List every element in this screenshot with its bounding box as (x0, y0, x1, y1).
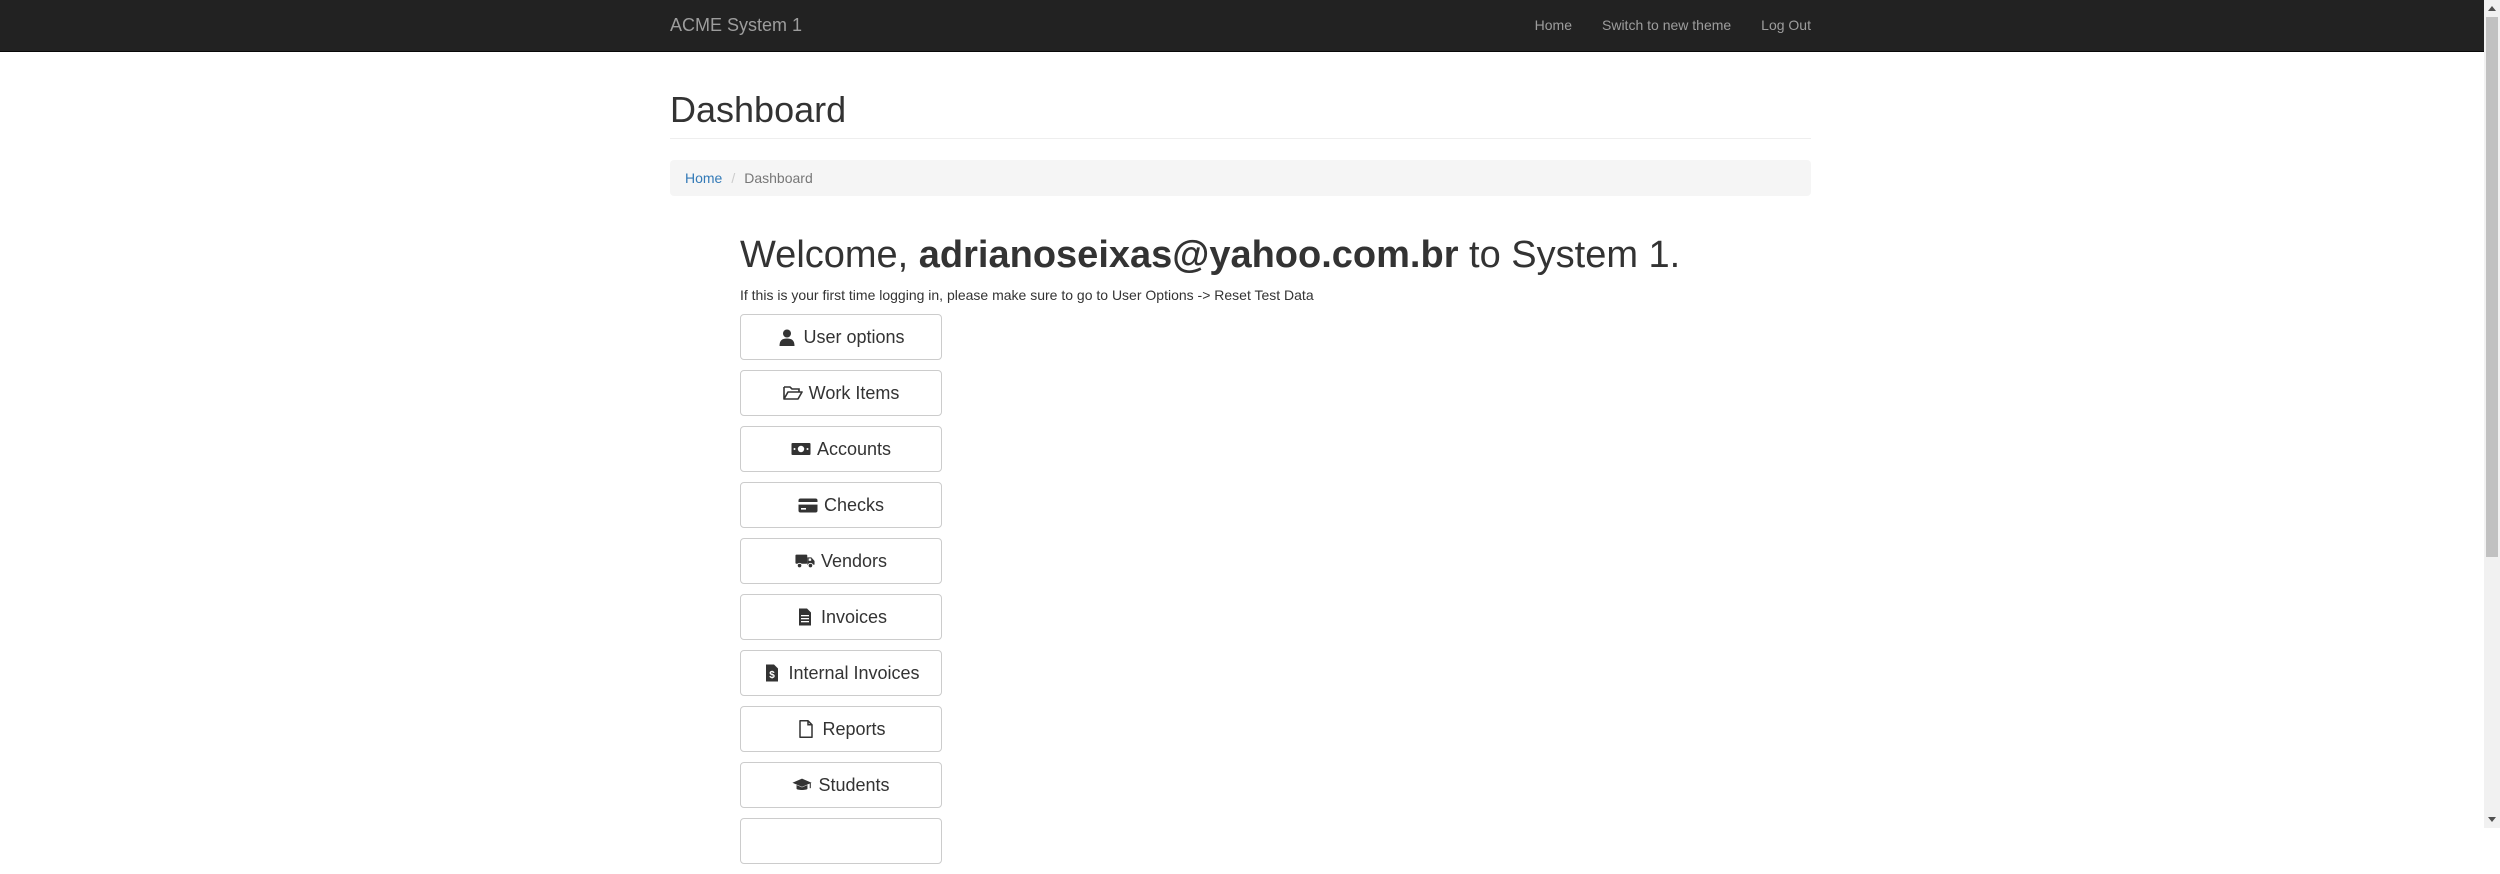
invoices-label: Invoices (820, 606, 888, 627)
breadcrumb-home-link[interactable]: Home (685, 170, 722, 186)
invoices-button[interactable]: Invoices (740, 594, 942, 640)
file-text-icon (795, 607, 815, 627)
nav-switch-theme-link[interactable]: Switch to new theme (1602, 0, 1731, 51)
welcome-prefix: Welcome, (740, 234, 919, 276)
svg-text:$: $ (770, 670, 776, 681)
first-login-note: If this is your first time logging in, p… (740, 287, 1314, 303)
user-email: adrianoseixas@yahoo.com.br (918, 234, 1459, 276)
file-icon (796, 719, 816, 739)
breadcrumb-separator: / (731, 170, 736, 186)
user-icon (777, 327, 797, 347)
credit-card-icon (798, 495, 818, 515)
header-divider (670, 138, 1811, 139)
vendors-label: Vendors (820, 550, 888, 571)
checks-button[interactable]: Checks (740, 482, 942, 528)
money-icon (791, 439, 811, 459)
graduation-cap-icon (792, 775, 813, 795)
internal-invoices-label: Internal Invoices (788, 662, 920, 683)
welcome-suffix: to System 1. (1458, 234, 1681, 276)
scroll-thumb[interactable] (2486, 17, 2498, 557)
checks-label: Checks (823, 494, 885, 515)
accounts-button[interactable]: Accounts (740, 426, 942, 472)
nav-logout-link[interactable]: Log Out (1761, 0, 1811, 51)
nav-home-link[interactable]: Home (1535, 0, 1572, 51)
students-button[interactable]: Students (740, 762, 942, 808)
user-options-button[interactable]: User options (740, 314, 942, 360)
reports-label: Reports (822, 718, 886, 739)
welcome-heading: Welcome, adrianoseixas@yahoo.com.br to S… (740, 230, 1680, 280)
dashboard-menu: User options Work Items Accounts Checks … (740, 314, 942, 874)
brand-link[interactable]: ACME System 1 (670, 0, 802, 51)
breadcrumb: Home / Dashboard (670, 160, 1811, 196)
user-options-label: User options (803, 326, 905, 347)
truck-icon (795, 551, 815, 571)
page-title: Dashboard (670, 89, 847, 130)
reports-button[interactable]: Reports (740, 706, 942, 752)
page-scrollbar[interactable] (2484, 0, 2500, 828)
work-items-label: Work Items (808, 382, 900, 403)
accounts-label: Accounts (816, 438, 892, 459)
navbar-links: Home Switch to new theme Log Out (1535, 0, 1811, 51)
scroll-down-arrow-icon[interactable] (2488, 817, 2496, 822)
partial-menu-button[interactable] (740, 818, 942, 864)
top-navbar: ACME System 1 Home Switch to new theme L… (0, 0, 2484, 52)
vendors-button[interactable]: Vendors (740, 538, 942, 584)
folder-open-icon (782, 383, 803, 403)
scroll-up-arrow-icon[interactable] (2488, 6, 2496, 11)
work-items-button[interactable]: Work Items (740, 370, 942, 416)
students-label: Students (818, 774, 890, 795)
breadcrumb-current: Dashboard (744, 170, 813, 186)
file-invoice-icon: $ (762, 663, 782, 683)
internal-invoices-button[interactable]: $ Internal Invoices (740, 650, 942, 696)
